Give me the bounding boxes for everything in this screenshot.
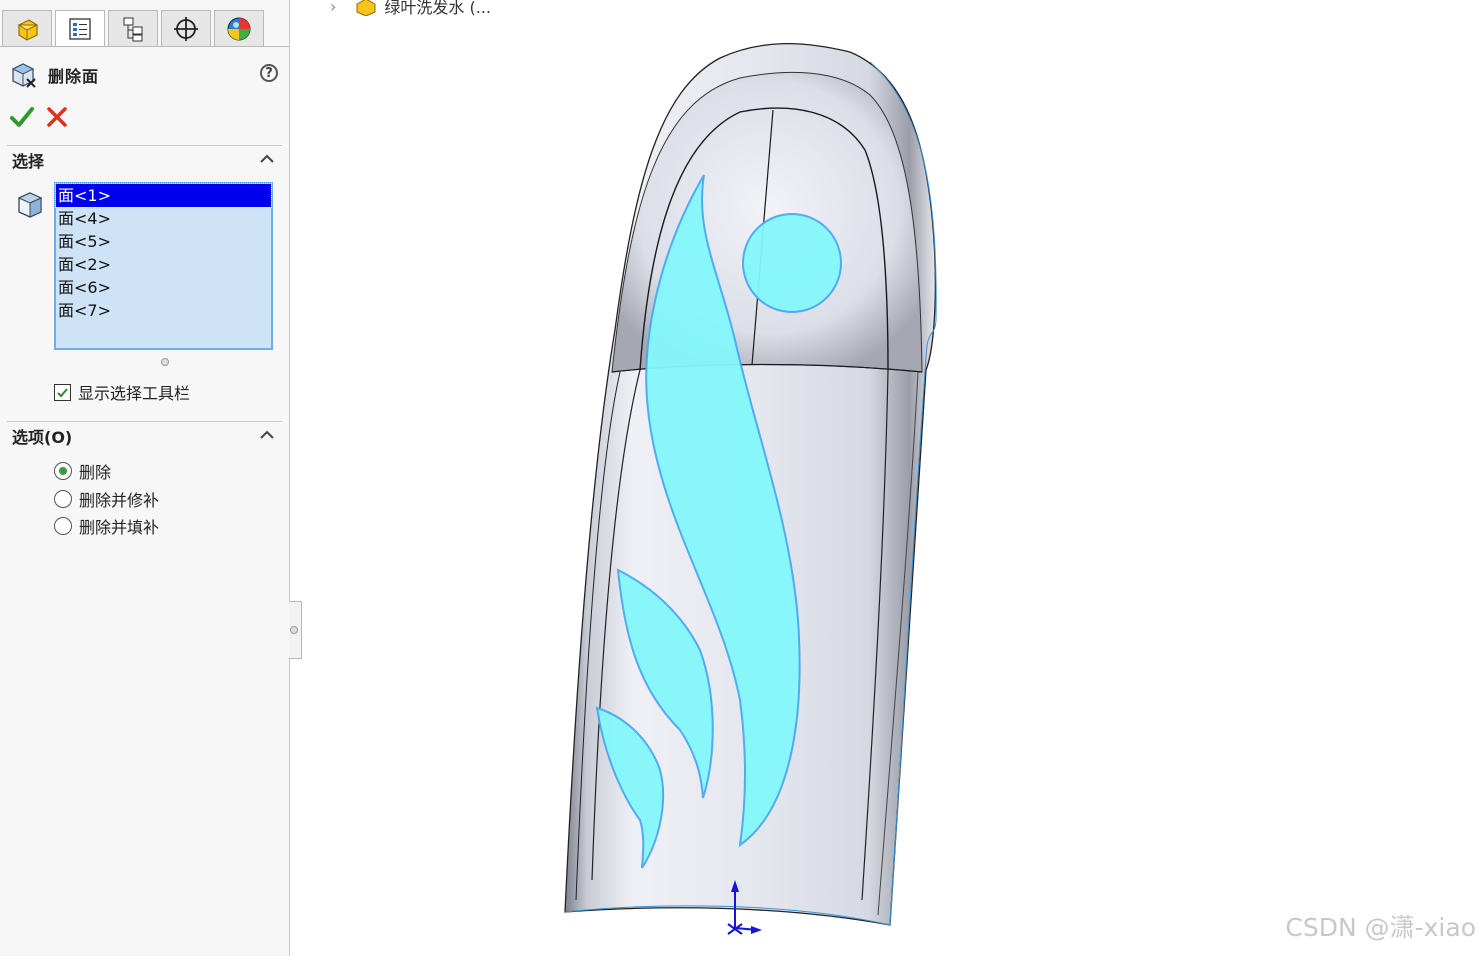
red-x-icon[interactable] [46, 106, 68, 128]
ok-cancel-group [10, 106, 68, 128]
list-item[interactable]: 面<6> [56, 276, 271, 299]
property-manager-panel: 删除面 ? 选择 面<1> 面<4> 面<5> 面<2> 面<6> 面<7> 显… [0, 0, 290, 956]
dimxpert-manager-icon [174, 16, 198, 41]
option-delete-fill-row[interactable]: 删除并填补 [54, 514, 159, 538]
face-filter-icon [17, 192, 43, 218]
option-delete-patch-radio[interactable] [54, 490, 72, 508]
selection-section-header[interactable]: 选择 [7, 145, 282, 174]
tab-display-manager[interactable] [214, 10, 264, 46]
option-delete-patch-label: 删除并修补 [79, 491, 160, 510]
tab-dimxpert-manager[interactable] [161, 10, 211, 46]
green-checkmark-icon[interactable] [10, 106, 34, 128]
list-resize-handle[interactable] [161, 358, 169, 366]
show-selection-toolbar-checkbox[interactable] [54, 383, 71, 401]
tree-item-part[interactable]: › 绿叶洗发水 (... [330, 0, 491, 18]
tree-item-label: 绿叶洗发水 (... [384, 0, 491, 17]
list-item[interactable]: 面<2> [56, 253, 271, 276]
manager-tabs [2, 10, 264, 46]
graphics-area[interactable]: › 绿叶洗发水 (... [290, 0, 1482, 956]
selected-faces-list[interactable]: 面<1> 面<4> 面<5> 面<2> 面<6> 面<7> [54, 182, 273, 350]
options-heading: 选项(O) [12, 428, 73, 447]
tab-feature-manager[interactable] [2, 10, 52, 46]
checkmark-icon [57, 387, 68, 397]
chevron-up-icon[interactable] [258, 428, 276, 442]
feature-title-row: 删除面 ? [10, 60, 278, 90]
feature-title: 删除面 [48, 67, 100, 86]
tab-property-manager[interactable] [55, 10, 105, 46]
property-manager-icon [69, 17, 91, 40]
list-item[interactable]: 面<5> [56, 230, 271, 253]
tree-expand-arrow-icon[interactable]: › [330, 0, 336, 16]
feature-manager-icon [17, 18, 38, 41]
options-section-header[interactable]: 选项(O) [7, 421, 282, 450]
list-item[interactable]: 面<1> [55, 183, 272, 208]
show-selection-toolbar-row[interactable]: 显示选择工具栏 [54, 380, 190, 404]
list-item[interactable]: 面<7> [56, 299, 271, 322]
option-delete-radio[interactable] [54, 462, 72, 480]
chevron-up-icon[interactable] [258, 152, 276, 166]
part-icon [356, 0, 376, 16]
configuration-manager-icon [123, 17, 143, 41]
option-delete-fill-label: 删除并填补 [79, 518, 160, 537]
model-view[interactable] [290, 0, 1482, 956]
help-icon[interactable]: ? [260, 64, 278, 82]
selection-heading: 选择 [12, 152, 45, 171]
list-item[interactable]: 面<4> [56, 207, 271, 230]
option-delete-patch-row[interactable]: 删除并修补 [54, 487, 159, 511]
show-selection-toolbar-label: 显示选择工具栏 [78, 384, 191, 403]
tabs-divider [0, 46, 289, 47]
delete-face-icon [11, 63, 36, 88]
circle-face[interactable] [742, 213, 842, 313]
watermark: CSDN @潇-xiao [1285, 913, 1476, 942]
option-delete-row[interactable]: 删除 [54, 459, 111, 483]
tab-configuration-manager[interactable] [108, 10, 158, 46]
option-delete-fill-radio[interactable] [54, 517, 72, 535]
display-manager-icon [227, 17, 251, 40]
option-delete-label: 删除 [79, 463, 112, 482]
